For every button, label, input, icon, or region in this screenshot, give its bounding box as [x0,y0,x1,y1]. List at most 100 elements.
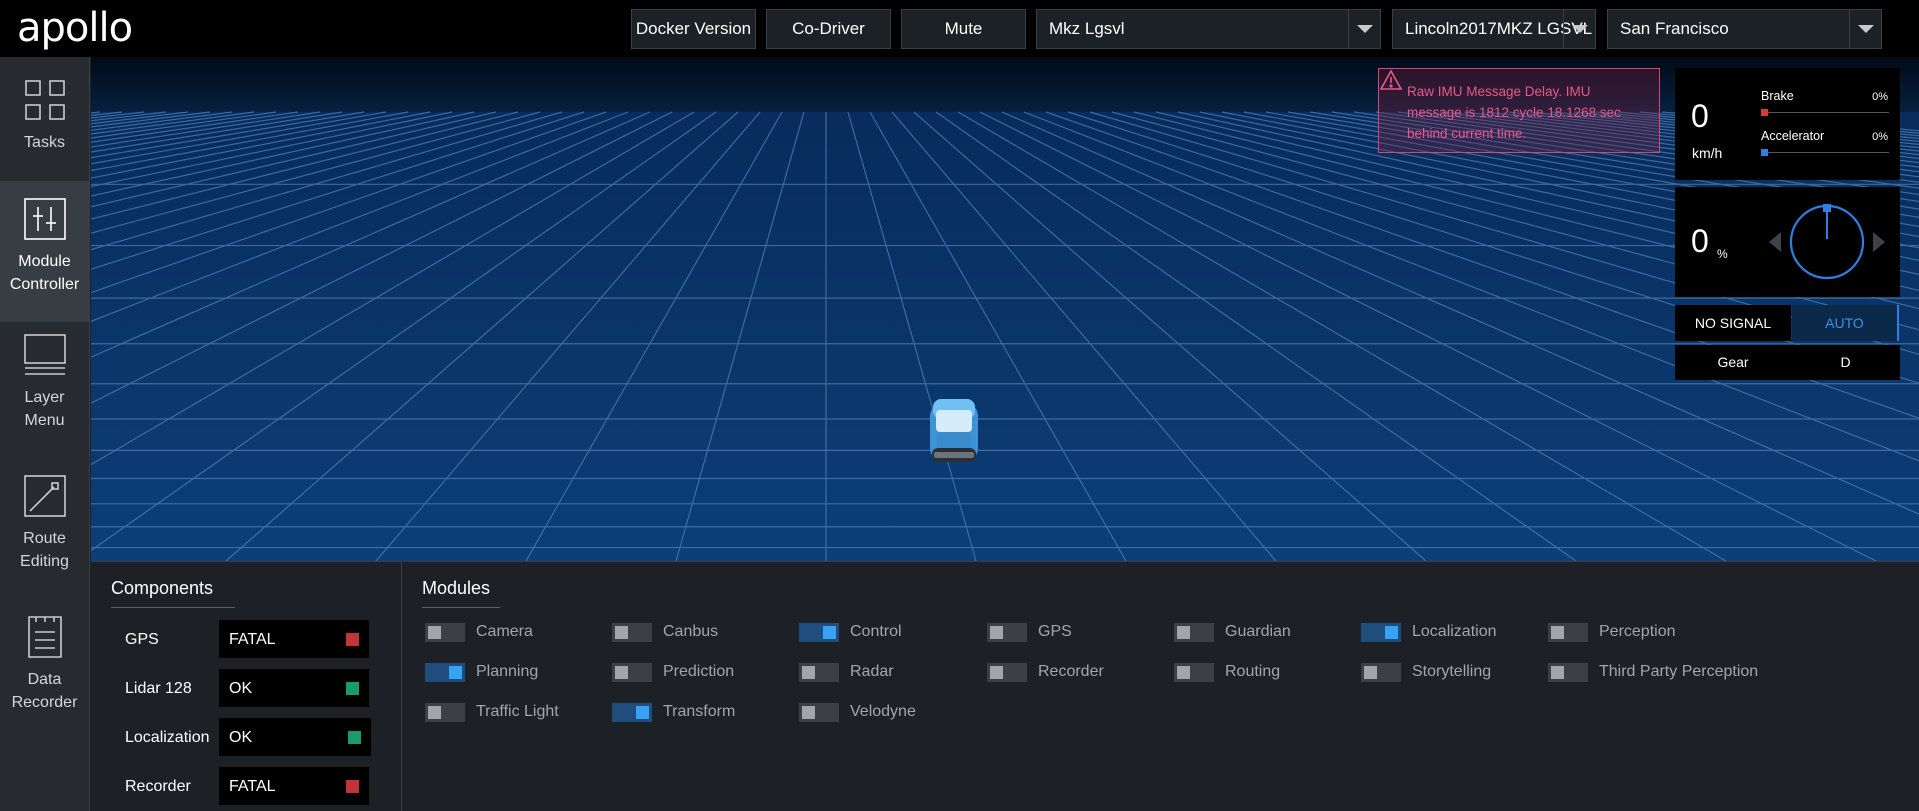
accelerator-percent: 0% [1872,131,1888,143]
apollo-logo: apollo [17,5,133,51]
module-velodyne: Velodyne [799,700,916,724]
toggle-knob [1364,665,1377,679]
components-title: Components [111,578,236,608]
module-label: Recorder [1038,663,1104,680]
sidebar-item-route-editing[interactable]: Route Editing [0,463,89,604]
gear-value: D [1840,354,1851,370]
map-select[interactable]: San Francisco [1607,9,1882,49]
module-toggle[interactable] [1174,622,1214,642]
mute-button[interactable]: Mute [901,9,1026,49]
chevron-down-icon [1563,10,1595,48]
toggle-knob [823,625,836,639]
chevron-down-icon [1849,10,1881,48]
accelerator-bar [1761,152,1889,153]
brake-bar [1761,112,1889,113]
modules-title: Modules [422,578,501,608]
signal-indicator: NO SIGNAL [1675,305,1791,341]
sidebar-item-layer-menu[interactable]: Layer Menu [0,322,89,463]
module-label: Planning [476,663,539,680]
toggle-knob [1551,625,1564,639]
module-planning: Planning [425,660,538,684]
toggle-knob [615,625,628,639]
alert-banner: Raw IMU Message Delay. IMU message is 18… [1378,68,1660,153]
speed-value: 0 [1691,98,1709,134]
component-name: GPS [125,631,159,648]
steering-wheel-icon [1769,204,1885,280]
component-status: FATAL [229,631,276,648]
module-guardian: Guardian [1174,620,1291,644]
module-radar: Radar [799,660,894,684]
status-indicator [346,780,359,793]
co-driver-button[interactable]: Co-Driver [766,9,891,49]
module-canbus: Canbus [612,620,718,644]
module-toggle[interactable] [799,702,839,722]
sidebar-item-label: Layer Menu [24,389,65,429]
sidebar-item-label: Module Controller [9,253,80,293]
module-toggle[interactable] [1361,662,1401,682]
toggle-knob [636,705,649,719]
vehicle-select[interactable]: Lincoln2017MKZ LGSVL [1392,9,1596,49]
mode-select-value: Mkz Lgsvl [1049,19,1125,38]
sidebar-item-label: Route Editing [20,530,69,570]
route-editing-icon [23,475,66,517]
module-toggle[interactable] [612,702,652,722]
status-indicator [348,731,361,744]
module-transform: Transform [612,700,735,724]
module-label: Third Party Perception [1599,663,1759,680]
module-storytelling: Storytelling [1361,660,1491,684]
toggle-knob [615,665,628,679]
gear-panel: Gear D [1675,345,1900,380]
module-gps: GPS [987,620,1072,644]
docker-version-button[interactable]: Docker Version [631,9,756,49]
module-label: Radar [850,663,894,680]
sidebar-item-tasks[interactable]: Tasks [0,57,89,198]
steering-unit: % [1717,247,1728,261]
module-toggle[interactable] [987,662,1027,682]
module-label: Velodyne [850,703,916,720]
module-toggle[interactable] [799,622,839,642]
map-select-value: San Francisco [1620,19,1729,38]
module-recorder: Recorder [987,660,1104,684]
component-row-gps: GPS FATAL [91,620,402,660]
component-status: OK [229,680,253,697]
module-toggle[interactable] [1174,662,1214,682]
module-controller-icon [23,198,66,240]
module-toggle[interactable] [1548,622,1588,642]
module-label: Control [850,623,902,640]
toggle-knob [1177,665,1190,679]
module-toggle[interactable] [612,622,652,642]
module-toggle[interactable] [425,702,465,722]
module-toggle[interactable] [425,662,465,682]
module-toggle[interactable] [799,662,839,682]
module-toggle[interactable] [425,622,465,642]
component-name: Lidar 128 [125,680,192,697]
accelerator-bar-fill [1761,149,1768,156]
map-viewport[interactable]: Raw IMU Message Delay. IMU message is 18… [91,57,1919,561]
toggle-knob [1551,665,1564,679]
module-toggle[interactable] [987,622,1027,642]
brake-percent: 0% [1872,91,1888,103]
module-toggle[interactable] [612,662,652,682]
module-label: Prediction [663,663,735,680]
module-label: Guardian [1225,623,1291,640]
module-label: Routing [1225,663,1281,680]
gear-label: Gear [1717,354,1749,370]
steering-panel: 0 % [1675,187,1900,297]
sidebar-item-data-recorder[interactable]: Data Recorder [0,604,89,745]
toggle-knob [990,625,1003,639]
component-status: OK [229,729,253,746]
status-indicator [346,633,359,646]
toggle-knob [449,665,462,679]
toggle-knob [1177,625,1190,639]
component-status-box: OK [219,669,369,707]
toggle-knob [802,665,815,679]
sidebar-item-label: Tasks [24,134,65,151]
sidebar-item-module-controller[interactable]: Module Controller [0,181,89,322]
module-toggle[interactable] [1548,662,1588,682]
module-toggle[interactable] [1361,622,1401,642]
brake-label: Brake [1761,89,1794,103]
mode-select[interactable]: Mkz Lgsvl [1036,9,1381,49]
component-status-box: OK [219,718,371,756]
module-routing: Routing [1174,660,1280,684]
component-status-box: FATAL [219,620,369,658]
